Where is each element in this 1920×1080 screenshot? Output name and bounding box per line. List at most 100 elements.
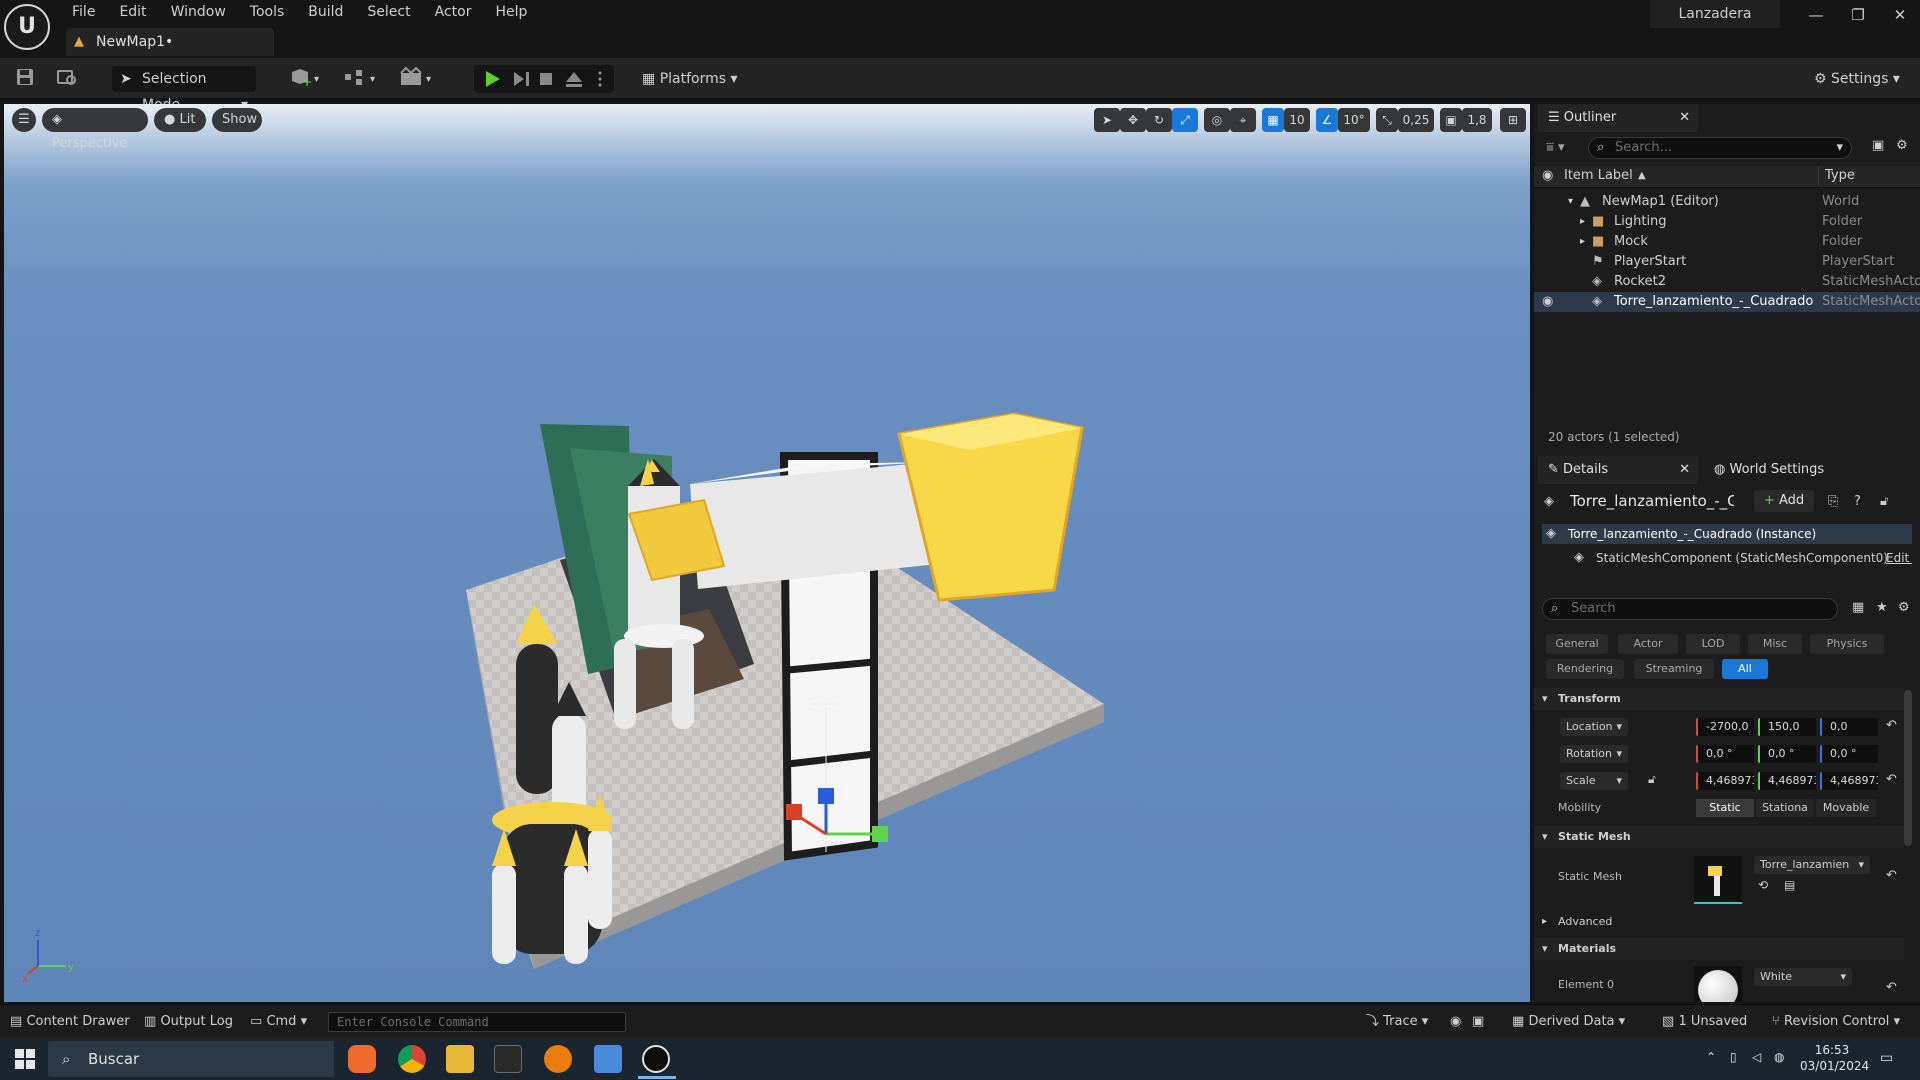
- taskbar-search[interactable]: ⌕ Buscar: [48, 1041, 334, 1077]
- scale-y-field[interactable]: 4,468973: [1758, 772, 1816, 790]
- save-icon[interactable]: [14, 66, 36, 92]
- selection-mode-dropdown[interactable]: ➤ Selection Mode ▾: [112, 66, 256, 113]
- filter-streaming[interactable]: Streaming: [1634, 659, 1714, 679]
- blueprint-icon[interactable]: ▾: [342, 66, 382, 92]
- menu-edit[interactable]: Edit: [107, 0, 158, 24]
- screenshot-icon[interactable]: ▣: [1472, 1011, 1484, 1033]
- material-picker[interactable]: White ▾: [1754, 968, 1852, 986]
- scale-z-field[interactable]: 4,468973: [1820, 772, 1878, 790]
- rotation-x-field[interactable]: 0,0 °: [1696, 745, 1754, 763]
- details-search[interactable]: ⌕ Search: [1542, 598, 1838, 620]
- filter-icon[interactable]: ⩸ ▾: [1546, 140, 1565, 155]
- add-folder-icon[interactable]: ▣: [1872, 138, 1884, 153]
- mobility-stationary[interactable]: Stationa: [1756, 799, 1814, 817]
- component-instance-row[interactable]: ◈ Torre_lanzamiento_-_Cuadrado (Instance…: [1542, 524, 1912, 544]
- advanced-row[interactable]: ▸ Advanced: [1534, 912, 1920, 932]
- static-mesh-picker[interactable]: Torre_lanzamien ▾: [1754, 856, 1870, 874]
- terminal-icon[interactable]: [494, 1045, 522, 1073]
- trace-dropdown[interactable]: ⤵ Trace ▾: [1366, 1011, 1428, 1033]
- close-button[interactable]: ✕: [1882, 4, 1918, 26]
- reset-icon[interactable]: ↶: [1886, 980, 1897, 995]
- surface-snap-icon[interactable]: ⌖: [1230, 108, 1256, 132]
- camera-speed-icon[interactable]: ▣: [1440, 108, 1462, 132]
- unreal-logo-icon[interactable]: U: [4, 4, 50, 50]
- console-input[interactable]: Enter Console Command: [328, 1012, 626, 1032]
- help-icon[interactable]: ?: [1854, 494, 1861, 509]
- menu-file[interactable]: File: [60, 0, 107, 24]
- chevron-up-icon[interactable]: ⌃: [1706, 1050, 1716, 1064]
- browse-icon[interactable]: ▤: [1784, 878, 1795, 892]
- language-icon[interactable]: ◍: [1774, 1050, 1784, 1064]
- output-log-button[interactable]: ▥ Output Log: [144, 1011, 233, 1033]
- minimize-button[interactable]: —: [1798, 4, 1834, 26]
- file-explorer-icon[interactable]: [446, 1045, 474, 1073]
- rotate-icon[interactable]: ↻: [1146, 108, 1172, 132]
- menu-help[interactable]: Help: [483, 0, 539, 24]
- material-thumbnail[interactable]: [1694, 966, 1742, 1002]
- rotation-snap-value[interactable]: 10°: [1338, 108, 1370, 132]
- windows-start-icon[interactable]: [14, 1048, 36, 1074]
- filter-misc[interactable]: Misc: [1748, 634, 1802, 654]
- lock-icon[interactable]: 🔓︎: [1880, 494, 1888, 509]
- blender-icon[interactable]: [544, 1045, 572, 1073]
- perspective-button[interactable]: ◈ Perspective: [42, 108, 148, 151]
- outliner-tab[interactable]: ☰ Outliner ✕: [1538, 104, 1698, 132]
- grid-snap-icon[interactable]: ▦: [1262, 108, 1284, 132]
- scale-lock-icon[interactable]: 🔓︎: [1648, 772, 1656, 787]
- static-mesh-component-row[interactable]: ◈ StaticMeshComponent (StaticMeshCompone…: [1542, 548, 1912, 568]
- content-browser-icon[interactable]: [56, 66, 78, 92]
- reset-icon[interactable]: ↶: [1886, 718, 1897, 733]
- gear-icon[interactable]: ⚙: [1898, 600, 1910, 615]
- notifications-icon[interactable]: ▭: [1880, 1050, 1893, 1066]
- derived-data-dropdown[interactable]: ▦ Derived Data ▾: [1512, 1011, 1625, 1033]
- menu-window[interactable]: Window: [159, 0, 238, 24]
- column-type[interactable]: Type: [1818, 166, 1855, 186]
- use-selected-icon[interactable]: ⟲: [1758, 878, 1768, 892]
- outliner-search[interactable]: ⌕ Search... ▾: [1588, 137, 1852, 159]
- edit-in-blueprint-link[interactable]: Edit i: [1886, 548, 1912, 568]
- cmd-dropdown[interactable]: ▭ Cmd ▾: [250, 1011, 307, 1033]
- filter-actor[interactable]: Actor: [1618, 634, 1678, 654]
- world-space-icon[interactable]: ◎: [1204, 108, 1230, 132]
- platforms-dropdown[interactable]: ▦ Platforms ▾: [642, 66, 742, 92]
- record-icon[interactable]: ◉: [1450, 1011, 1461, 1033]
- add-actor-icon[interactable]: + ▾: [288, 66, 324, 92]
- add-component-button[interactable]: + Add: [1754, 490, 1814, 512]
- outliner-row-world[interactable]: ▾ ▲ NewMap1 (Editor) World: [1534, 192, 1920, 212]
- translate-icon[interactable]: ✥: [1120, 108, 1146, 132]
- eye-icon[interactable]: ◉: [1542, 292, 1553, 312]
- details-scrollbar[interactable]: [1904, 690, 1912, 846]
- clock[interactable]: 16:53 03/01/2024: [1800, 1042, 1869, 1074]
- rotation-snap-icon[interactable]: ∠: [1316, 108, 1338, 132]
- close-icon[interactable]: ✕: [1679, 104, 1690, 132]
- select-mode-icon[interactable]: ➤: [1094, 108, 1120, 132]
- lit-button[interactable]: ● Lit: [154, 108, 206, 132]
- scale-snap-value[interactable]: 0,25: [1398, 108, 1434, 132]
- scale-dropdown[interactable]: Scale ▾: [1560, 772, 1628, 790]
- cinematics-icon[interactable]: ▾: [398, 66, 438, 92]
- gear-icon[interactable]: ⚙: [1896, 138, 1908, 153]
- menu-actor[interactable]: Actor: [423, 0, 484, 24]
- revision-control-dropdown[interactable]: ⑂ Revision Control ▾: [1772, 1011, 1900, 1033]
- chrome-icon[interactable]: [398, 1045, 426, 1073]
- materials-section[interactable]: ▾ Materials: [1534, 938, 1904, 960]
- rotation-z-field[interactable]: 0,0 °: [1820, 745, 1878, 763]
- location-y-field[interactable]: 150,0: [1758, 718, 1816, 736]
- chevron-right-icon[interactable]: ▸: [1580, 232, 1585, 252]
- actor-name-field[interactable]: Torre_lanzamiento_-_Cua: [1570, 492, 1734, 510]
- world-settings-tab[interactable]: ◍ World Settings: [1702, 456, 1852, 484]
- outliner-row-rocket2[interactable]: ◈ Rocket2 StaticMeshActor: [1534, 272, 1920, 292]
- unreal-engine-icon[interactable]: [642, 1045, 670, 1073]
- details-tab[interactable]: ✎ Details ✕: [1538, 456, 1698, 484]
- restore-button[interactable]: ❐: [1840, 4, 1876, 26]
- column-item-label[interactable]: Item Label: [1564, 166, 1633, 186]
- network-icon[interactable]: ▯: [1730, 1050, 1737, 1064]
- reset-icon[interactable]: ↶: [1886, 868, 1897, 883]
- filter-lod[interactable]: LOD: [1686, 634, 1740, 654]
- outliner-row-playerstart[interactable]: ⚑ PlayerStart PlayerStart: [1534, 252, 1920, 272]
- menu-tools[interactable]: Tools: [238, 0, 297, 24]
- settings-dropdown[interactable]: ⚙ Settings ▾: [1814, 66, 1914, 92]
- reset-icon[interactable]: ↶: [1886, 772, 1897, 787]
- rotation-y-field[interactable]: 0,0 °: [1758, 745, 1816, 763]
- rotation-dropdown[interactable]: Rotation ▾: [1560, 745, 1628, 763]
